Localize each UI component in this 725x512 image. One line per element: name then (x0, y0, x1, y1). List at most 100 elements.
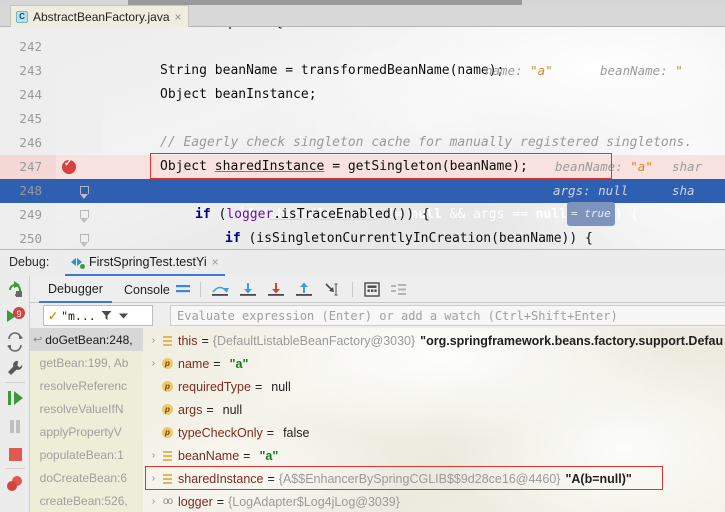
frame-item[interactable]: · createBean:526, (30, 489, 143, 512)
resume-9-icon[interactable]: 9 (5, 306, 25, 326)
inline-debug-hint: shar (672, 159, 703, 174)
frame-label: applyPropertyV (39, 424, 122, 439)
fold-icon[interactable] (80, 210, 89, 223)
frame-item[interactable]: · getBean:199, Ab (30, 351, 143, 374)
variable-name: sharedInstance (178, 471, 264, 486)
close-icon[interactable]: × (175, 11, 182, 23)
step-out-icon[interactable] (295, 282, 313, 297)
resume-program-icon[interactable] (5, 388, 25, 408)
code-line[interactable]: 245 (0, 107, 725, 131)
editor-tab-label: AbstractBeanFactory.java (33, 9, 170, 24)
tab-console[interactable]: Console (115, 276, 179, 303)
variable-equals: = (206, 402, 214, 417)
frame-item[interactable]: · resolveValueIfN (30, 397, 143, 420)
expand-arrow-icon[interactable]: › (147, 335, 160, 346)
close-icon[interactable]: × (212, 255, 219, 269)
expand-arrow-icon[interactable]: › (147, 473, 160, 484)
fold-icon[interactable] (80, 234, 89, 247)
line-number: 248 (19, 183, 42, 198)
field-icon (160, 474, 175, 483)
param-icon: p (160, 381, 175, 392)
variable-equals: = (201, 333, 209, 348)
evaluate-expression-icon[interactable] (364, 282, 380, 297)
code-lines: 241 throws BeansException { 242 243 Stri… (0, 27, 725, 249)
editor-tab-bar: C AbstractBeanFactory.java × (0, 5, 725, 27)
settings-wrench-icon[interactable] (5, 358, 25, 378)
layout-settings-icon[interactable] (175, 282, 191, 297)
variable-row[interactable]: p typeCheckOnly = false (143, 422, 725, 443)
variable-type: {DefaultListableBeanFactory@3030} (212, 333, 416, 348)
expand-arrow-icon[interactable]: › (147, 450, 160, 461)
variable-row-shared-instance[interactable]: › sharedInstance = {A$$EnhancerBySpringC… (143, 468, 725, 489)
line-number: 245 (19, 111, 42, 126)
debug-tool-window: Debug: FirstSpringTest.testYi × 9 Debugg… (0, 249, 725, 512)
variable-value: "a" (229, 356, 249, 371)
frame-item[interactable]: · resolveReferenc (30, 374, 143, 397)
frame-item[interactable]: · applyPropertyV (30, 420, 143, 443)
step-over-icon[interactable] (211, 282, 229, 297)
force-step-into-icon[interactable] (267, 282, 285, 297)
frame-item[interactable]: · populateBean:1 (30, 443, 143, 466)
restart-frame-icon[interactable] (5, 332, 25, 352)
debug-side-toolbar: 9 (0, 276, 30, 512)
frame-item[interactable]: · doCreateBean:6 (30, 466, 143, 489)
variable-type: {LogAdapter$Log4jLog@3039} (228, 494, 400, 509)
stop-icon[interactable] (5, 444, 25, 464)
frame-label: resolveValueIfN (39, 401, 124, 416)
debug-session-tab[interactable]: FirstSpringTest.testYi × (65, 250, 225, 276)
variable-row[interactable]: › this = {DefaultListableBeanFactory@303… (143, 330, 725, 351)
code-line[interactable]: 244 Object beanInstance; (0, 83, 725, 107)
code-line-breakpoint[interactable]: 247 Object sharedInstance = getSingleton… (0, 155, 725, 179)
line-number: 249 (19, 207, 42, 222)
code-line[interactable]: 242 (0, 35, 725, 59)
line-number: 250 (19, 231, 42, 246)
variable-row[interactable]: › oo logger = {LogAdapter$Log4jLog@3039} (143, 491, 725, 512)
code-line[interactable]: 249 if (logger.isTraceEnabled()) { (0, 203, 725, 227)
code-line-executing[interactable]: 248 if (sharedInstance != null && args =… (0, 179, 725, 226)
view-breakpoints-icon[interactable] (5, 474, 25, 494)
variable-row[interactable]: › p name = "a" (143, 353, 725, 374)
variable-row[interactable]: p requiredType = null (143, 376, 725, 397)
breakpoint-icon[interactable] (62, 158, 76, 174)
variable-value: null (271, 379, 291, 394)
step-into-icon[interactable] (239, 282, 257, 297)
tab-debugger[interactable]: Debugger (39, 276, 112, 303)
frame-item[interactable]: ↩ doGetBean:248, (30, 328, 143, 351)
chevron-down-icon[interactable] (118, 311, 128, 320)
variable-name: typeCheckOnly (178, 425, 263, 440)
editor-tab-abstractbeanfactory[interactable]: C AbstractBeanFactory.java × (10, 5, 189, 27)
static-field-icon: oo (162, 496, 173, 507)
code-editor[interactable]: 241 throws BeansException { 242 243 Stri… (0, 27, 725, 249)
toolbar-divider (5, 382, 25, 383)
variable-row[interactable]: › beanName = "a" (143, 445, 725, 466)
code-line[interactable]: 241 throws BeansException { (0, 27, 725, 35)
code-line[interactable]: 243 String beanName = transformedBeanNam… (0, 59, 725, 83)
fold-icon[interactable] (80, 186, 89, 199)
tab-debugger-label: Debugger (48, 281, 103, 296)
param-icon: p (160, 427, 175, 438)
class-icon: C (16, 10, 28, 23)
code-line[interactable]: 246 // Eagerly check singleton cache for… (0, 131, 725, 155)
field-icon (160, 336, 175, 345)
svg-text:9: 9 (16, 309, 21, 319)
frame-filter-selector[interactable]: ✓ "m... (43, 305, 153, 326)
filter-icon[interactable] (101, 310, 112, 321)
run-to-cursor-icon[interactable] (323, 282, 341, 297)
variables-panel[interactable]: › this = {DefaultListableBeanFactory@303… (143, 328, 725, 512)
rerun-icon[interactable] (5, 280, 25, 300)
expand-arrow-icon[interactable]: › (147, 496, 160, 507)
frames-list[interactable]: ↩ doGetBean:248, · getBean:199, Ab · res… (30, 328, 143, 512)
variable-equals: = (266, 425, 275, 440)
expand-arrow-icon[interactable]: › (147, 358, 160, 369)
code-line[interactable]: 250 if (isSingletonCurrentlyInCreation(b… (0, 227, 725, 249)
evaluate-expression-input[interactable]: Evaluate expression (Enter) or add a wat… (170, 305, 725, 326)
variable-name: requiredType (178, 379, 251, 394)
variable-value: "A(b=null)" (565, 471, 632, 486)
variable-name: this (178, 333, 198, 348)
frame-label: createBean:526, (39, 493, 128, 508)
idea-window: C AbstractBeanFactory.java × 241 throws … (0, 0, 725, 512)
variable-row[interactable]: p args = null (143, 399, 725, 420)
watch-toolbar-row: ✓ "m... Evaluate expression (Enter) or a… (30, 303, 725, 328)
variable-name: logger (178, 494, 213, 509)
line-number: 246 (19, 135, 42, 150)
